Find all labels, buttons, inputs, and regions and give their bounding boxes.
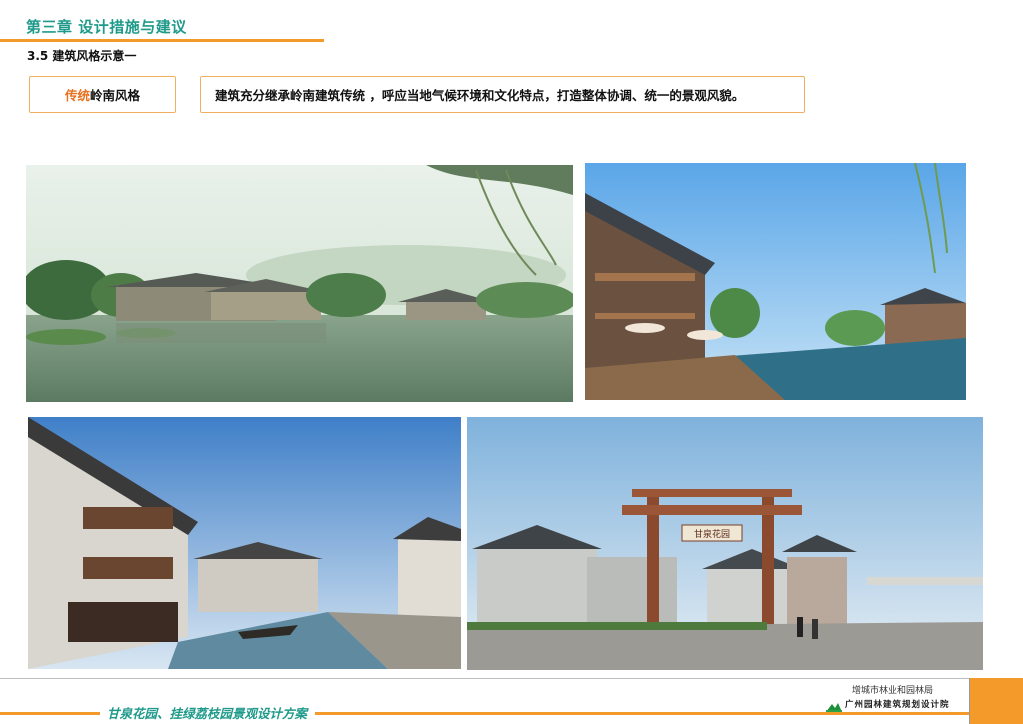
footer-org-line2: 广州园林建筑规划设计院 xyxy=(845,700,950,710)
chapter-underline xyxy=(0,39,324,42)
style-tag-box: 传统 岭南风格 xyxy=(29,76,176,113)
section-title: 3.5 建筑风格示意一 xyxy=(27,49,137,63)
lakeside-pavilion-rendering xyxy=(26,165,573,402)
description-box: 建筑充分继承岭南建筑传统 ，呼应当地气候环境和文化特点，打造整体协调、统一的景观… xyxy=(200,76,805,113)
institute-logo-icon xyxy=(826,697,842,712)
footer-project-title: 甘泉花园、挂绿荔枝园景观设计方案 xyxy=(107,706,308,721)
description-text: 建筑充分继承岭南建筑传统 ，呼应当地气候环境和文化特点，打造整体协调、统一的景观… xyxy=(215,88,745,103)
chapter-title: 第三章 设计措施与建议 xyxy=(26,18,187,36)
waterfront-street-rendering xyxy=(585,163,966,400)
footer-accent-bar-right xyxy=(315,712,970,715)
gate-plaza-rendering: 甘泉花园 xyxy=(467,417,983,670)
footer-divider-line xyxy=(0,678,970,679)
corner-accent-block xyxy=(970,678,1023,724)
footer-accent-bar-left xyxy=(0,712,100,715)
style-tag-accent: 传统 xyxy=(64,88,90,103)
gate-plaque-text: 甘泉花园 xyxy=(694,528,730,540)
footer-org-line1: 增城市林业和园林局 xyxy=(852,686,934,696)
style-tag-label: 岭南风格 xyxy=(90,88,141,103)
canal-street-rendering xyxy=(28,417,461,669)
